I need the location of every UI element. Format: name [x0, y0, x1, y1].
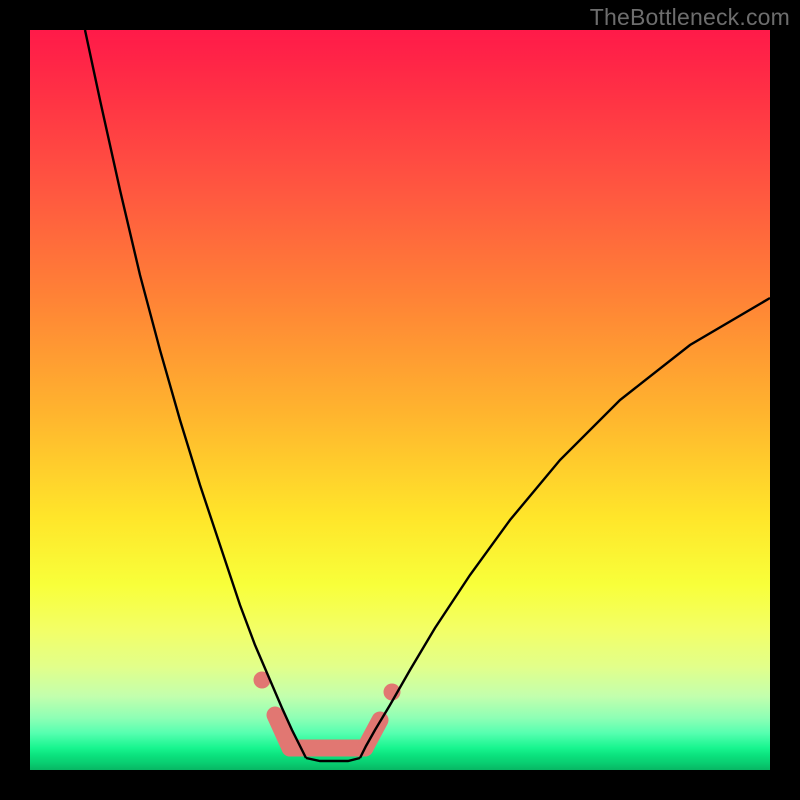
chart-frame: TheBottleneck.com	[0, 0, 800, 800]
plot-area	[30, 30, 770, 770]
valley-marker	[254, 672, 401, 749]
curve-left-branch	[85, 30, 306, 758]
curve-svg	[30, 30, 770, 770]
watermark-text: TheBottleneck.com	[590, 4, 790, 31]
curve-right-branch	[360, 298, 770, 758]
curve-valley-flat	[306, 758, 360, 761]
